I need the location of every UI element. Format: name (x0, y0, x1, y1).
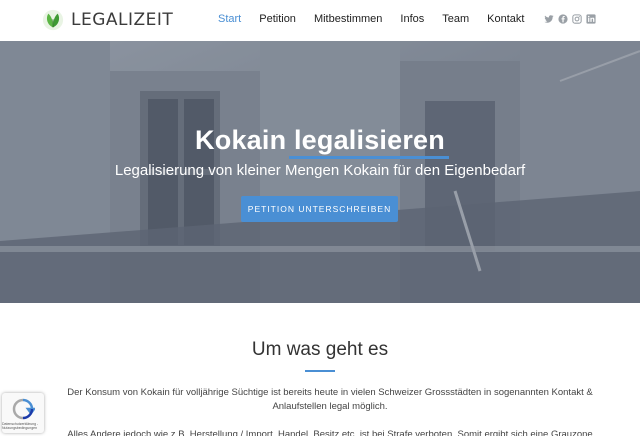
nav-item-infos[interactable]: Infos (400, 13, 424, 25)
facebook-icon[interactable] (558, 14, 568, 24)
site-header: LEGALIZEIT Start Petition Mitbestimmen I… (0, 0, 640, 41)
recaptcha-icon (12, 398, 35, 419)
nav-item-mitbestimmen[interactable]: Mitbestimmen (314, 13, 382, 25)
brand-name: LEGALIZEIT (71, 10, 174, 30)
hero-title-underline (289, 156, 449, 159)
intro-paragraph: Der Konsum von Kokain für volljährige Sü… (67, 387, 593, 412)
logo[interactable]: LEGALIZEIT (42, 9, 173, 31)
recaptcha-badge[interactable]: Datenschutzerklärung - Nutzungsbedingung… (2, 393, 44, 433)
nav-item-kontakt[interactable]: Kontakt (487, 13, 524, 25)
nav-item-petition[interactable]: Petition (259, 13, 296, 25)
linkedin-icon[interactable] (586, 14, 596, 24)
recaptcha-privacy-text[interactable]: Datenschutzerklärung - Nutzungsbedingung… (2, 422, 44, 430)
instagram-icon[interactable] (572, 14, 582, 24)
twitter-icon[interactable] (544, 14, 554, 24)
leaf-logo-icon (42, 9, 64, 31)
hero-title: Kokain legalisieren (195, 125, 445, 155)
social-links (544, 14, 600, 24)
main-nav: Start Petition Mitbestimmen Infos Team K… (218, 13, 542, 25)
section-title-underline (305, 370, 335, 372)
second-paragraph: Alles Andere jedoch wie z.B. Herstellung… (67, 429, 593, 436)
section-title: Um was geht es (251, 339, 389, 360)
hero-subtitle: Legalisierung von kleiner Mengen Kokain … (114, 162, 526, 179)
hero-section: Kokain legalisieren Legalisierung von kl… (0, 41, 640, 303)
petition-sign-button[interactable]: PETITION UNTERSCHREIBEN (241, 196, 398, 222)
nav-item-team[interactable]: Team (442, 13, 469, 25)
nav-item-start[interactable]: Start (218, 13, 241, 25)
